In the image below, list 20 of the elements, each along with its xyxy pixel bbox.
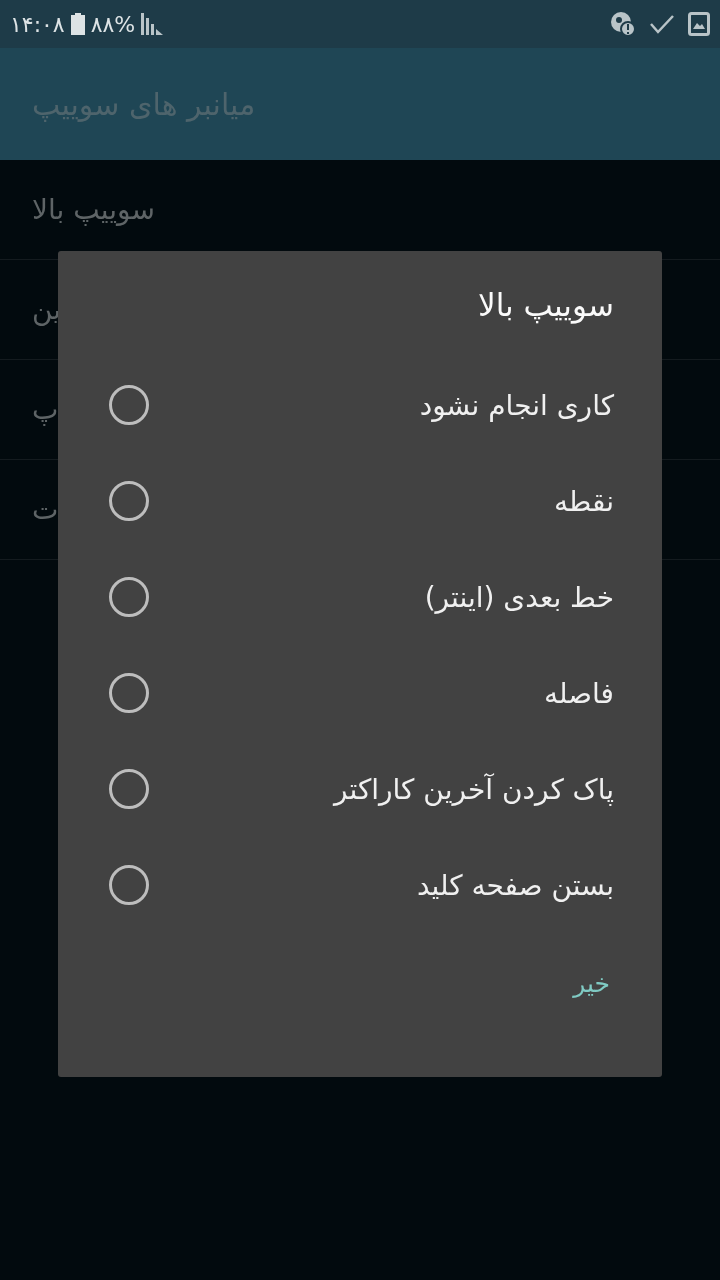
sync-alert-icon bbox=[610, 11, 636, 37]
radio-button[interactable] bbox=[109, 673, 149, 713]
option-label: بستن صفحه کلید bbox=[416, 868, 614, 902]
radio-button[interactable] bbox=[109, 481, 149, 521]
image-icon bbox=[688, 12, 710, 36]
option-label: نقطه bbox=[554, 484, 614, 518]
check-icon bbox=[650, 14, 674, 34]
radio-button[interactable] bbox=[109, 769, 149, 809]
option-label: کاری انجام نشود bbox=[419, 388, 614, 422]
battery-icon bbox=[70, 13, 85, 35]
cancel-button[interactable]: خیر bbox=[569, 961, 614, 1006]
radio-button[interactable] bbox=[109, 577, 149, 617]
option-label: فاصله bbox=[544, 676, 614, 710]
radio-button[interactable] bbox=[109, 385, 149, 425]
radio-button[interactable] bbox=[109, 865, 149, 905]
clock: ۱۴:۰۸ bbox=[10, 11, 65, 37]
dialog-title: سوییپ بالا bbox=[477, 287, 614, 326]
option-label: پاک کردن آخرین کاراکتر bbox=[334, 772, 614, 806]
option-label: خط بعدی (اینتر) bbox=[424, 580, 614, 614]
battery-level: ۸۸% bbox=[90, 11, 136, 37]
